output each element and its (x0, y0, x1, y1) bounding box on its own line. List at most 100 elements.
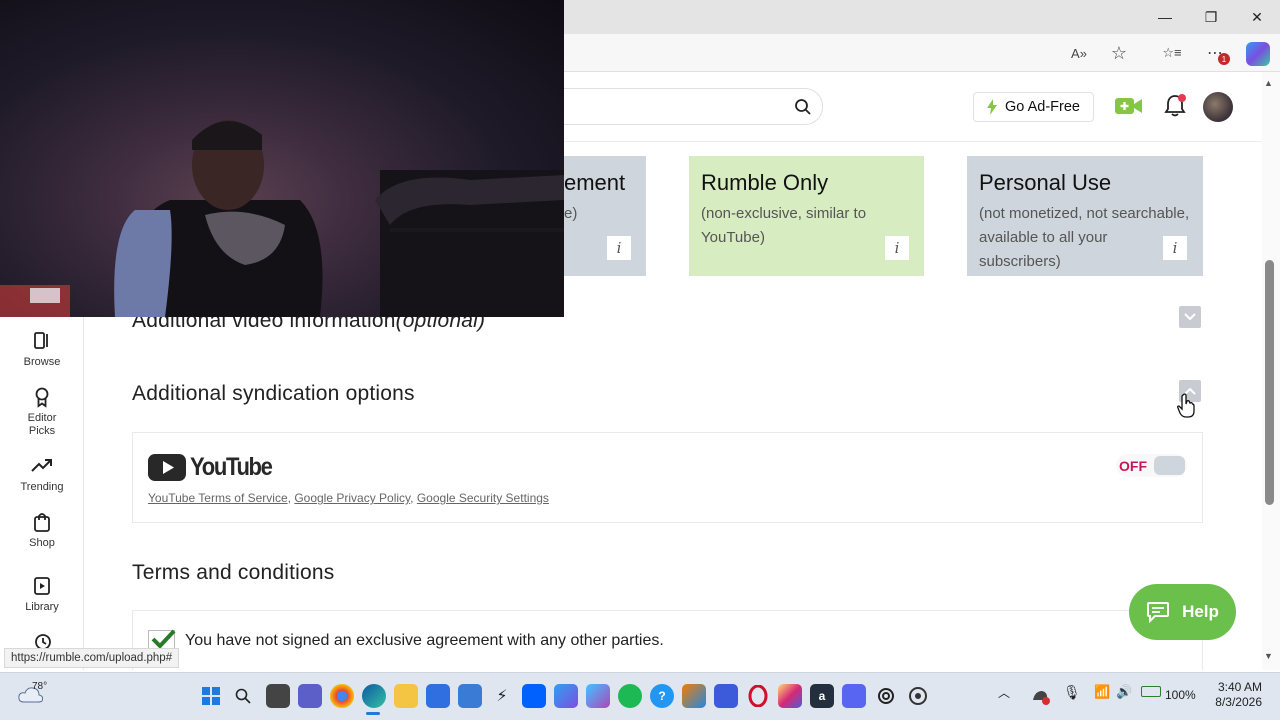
speaker-icon[interactable]: 🔊 (1116, 684, 1132, 700)
clock-date: 8/3/2026 (1215, 695, 1262, 709)
tray-chevron-icon[interactable]: ︿ (998, 684, 1010, 701)
mail-icon[interactable] (458, 684, 482, 708)
battery-icon[interactable] (1141, 686, 1161, 697)
scroll-down-arrow-icon[interactable]: ▼ (1264, 651, 1273, 661)
exclusive-agreement-label: You have not signed an exclusive agreeme… (185, 632, 664, 649)
license-card-partial-title: ement (564, 170, 626, 195)
amazon-icon[interactable]: a (810, 684, 834, 708)
sidebar-item-label: Browse (23, 356, 61, 368)
expand-chevron-icon[interactable] (1179, 306, 1201, 328)
favorite-star-icon[interactable]: ☆ (1107, 42, 1131, 64)
help-button[interactable]: Help (1129, 584, 1236, 640)
lightning-icon (987, 99, 998, 115)
instagram-icon[interactable] (778, 684, 802, 708)
minimize-button[interactable]: — (1142, 0, 1188, 34)
sidebar-item-trending[interactable]: Trending (0, 455, 84, 494)
trending-icon (31, 459, 52, 472)
windows-start-icon[interactable] (202, 687, 220, 705)
youtube-sync-toggle[interactable]: OFF (1116, 454, 1187, 477)
checkmark-icon (151, 629, 176, 649)
scroll-up-arrow-icon[interactable]: ▲ (1264, 78, 1273, 88)
toggle-state-label: OFF (1119, 457, 1147, 474)
toggle-knob (1154, 456, 1185, 475)
google-security-link[interactable]: Google Security Settings (417, 491, 549, 505)
youtube-terms-link[interactable]: YouTube Terms of Service (148, 491, 288, 505)
antivirus-tray-icon[interactable] (1028, 684, 1052, 708)
sidebar-item-label: Trending (20, 481, 64, 493)
discord-icon[interactable] (842, 684, 866, 708)
info-icon[interactable]: i (607, 236, 631, 260)
google-privacy-link[interactable]: Google Privacy Policy (294, 491, 410, 505)
sidebar-item-label: Shop (29, 537, 55, 549)
battery-percent: 100% (1165, 688, 1196, 702)
webcam-overlay (0, 0, 564, 317)
copilot-taskbar-icon[interactable] (554, 684, 578, 708)
link-separator: , (287, 491, 291, 505)
chrome-icon[interactable] (330, 684, 354, 708)
read-aloud-icon[interactable]: A» (1067, 42, 1091, 64)
scrollbar-thumb[interactable] (1265, 260, 1274, 505)
user-avatar[interactable] (1203, 92, 1233, 122)
more-menu-badge: 1 (1218, 53, 1230, 65)
license-card-title: Rumble Only (701, 170, 829, 195)
chatgpt-icon[interactable] (874, 684, 898, 708)
roblox-studio-icon[interactable] (714, 684, 738, 708)
microphone-icon[interactable]: 🎙 (1063, 684, 1081, 701)
weather-temp: 78° (32, 681, 48, 692)
store-icon[interactable] (426, 684, 450, 708)
active-app-indicator (366, 712, 380, 715)
fl-studio-icon[interactable] (682, 684, 706, 708)
file-explorer-icon[interactable] (394, 684, 418, 708)
go-ad-free-label: Go Ad-Free (1005, 99, 1080, 115)
capcut-icon[interactable]: ⚡ (490, 684, 514, 708)
youtube-play-icon (148, 454, 186, 481)
clock-time: 3:40 AM (1217, 680, 1262, 694)
copilot-icon[interactable] (1246, 42, 1270, 66)
dropbox-icon[interactable] (522, 684, 546, 708)
browse-icon (34, 332, 48, 349)
youtube-logo: YouTube (148, 453, 283, 482)
clock[interactable]: 3:40 AM 8/3/2026 (1206, 680, 1262, 710)
info-icon[interactable]: i (885, 236, 909, 260)
ribbon-icon (35, 387, 49, 408)
search-icon[interactable] (794, 98, 812, 116)
terms-heading: Terms and conditions (132, 561, 335, 584)
sidebar-item-label: Editor Picks (27, 412, 57, 437)
youtube-links: YouTube Terms of Service, Google Privacy… (148, 491, 549, 505)
app-icon[interactable] (586, 684, 610, 708)
go-ad-free-button[interactable]: Go Ad-Free (973, 92, 1094, 122)
opera-icon[interactable] (746, 684, 770, 708)
library-icon (34, 577, 50, 595)
upload-video-icon[interactable] (1115, 96, 1143, 116)
youtube-syndication-card: YouTube YouTube Terms of Service, Google… (132, 432, 1203, 523)
syndication-heading: Additional syndication options (132, 382, 415, 405)
notifications-bell-icon[interactable] (1164, 94, 1186, 118)
help-app-icon[interactable]: ? (650, 684, 674, 708)
shop-icon (34, 513, 50, 532)
spotify-icon[interactable] (618, 684, 642, 708)
sidebar-item-library[interactable]: Library (0, 575, 84, 614)
edge-icon[interactable] (362, 684, 386, 708)
link-separator: , (410, 491, 414, 505)
teams-icon[interactable] (298, 684, 322, 708)
close-button[interactable]: ✕ (1234, 0, 1280, 34)
license-card-title: Personal Use (979, 170, 1112, 195)
webcam-feed (0, 120, 564, 317)
obs-icon[interactable] (906, 684, 930, 708)
sidebar-item-editor-picks[interactable]: Editor Picks (0, 386, 84, 438)
license-card-desc: (non-exclusive, similar to YouTube) (701, 205, 867, 246)
chat-bubble-icon (1147, 602, 1170, 623)
restore-button[interactable]: ❐ (1188, 0, 1234, 34)
wifi-icon[interactable]: 📶 (1094, 684, 1110, 700)
license-card-desc: (not monetized, not searchable, availabl… (979, 205, 1190, 270)
search-input[interactable] (560, 88, 823, 125)
youtube-wordmark: YouTube (190, 453, 273, 481)
taskbar-search-icon[interactable] (235, 688, 251, 704)
sidebar-item-browse[interactable]: Browse (0, 330, 84, 369)
hand-cursor-icon (1177, 393, 1195, 418)
sidebar-item-shop[interactable]: Shop (0, 511, 84, 550)
info-icon[interactable]: i (1163, 236, 1187, 260)
task-view-icon[interactable] (266, 684, 290, 708)
favorites-icon[interactable]: ☆≡ (1160, 42, 1184, 64)
license-card-partial[interactable]: ement e) (564, 156, 646, 276)
